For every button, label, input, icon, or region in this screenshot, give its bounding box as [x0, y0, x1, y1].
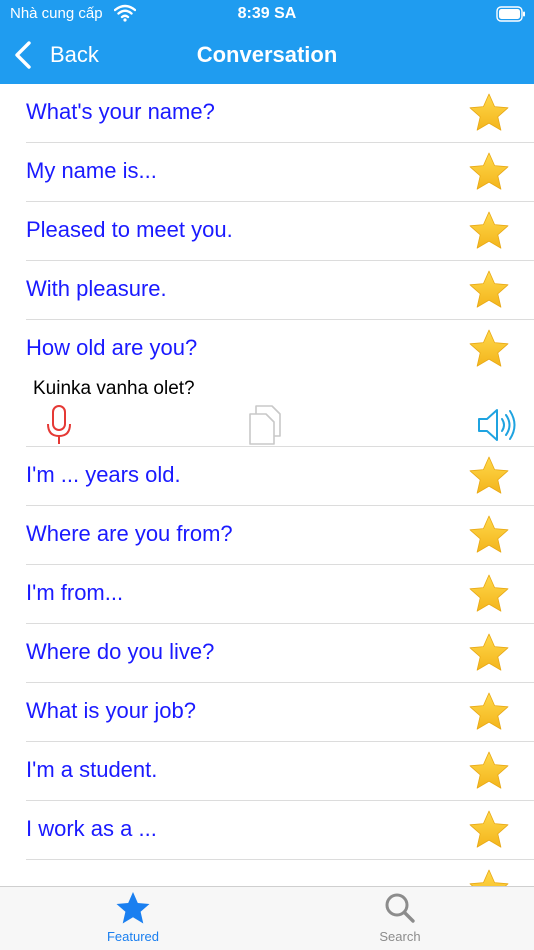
list-item[interactable]: I work as a ... — [26, 801, 534, 860]
star-icon[interactable] — [468, 691, 510, 733]
list-item[interactable]: I'm from... — [26, 565, 534, 624]
star-icon[interactable] — [468, 269, 510, 311]
magnifier-icon — [385, 893, 415, 923]
star-icon[interactable] — [468, 455, 510, 497]
tab-bar: Featured Search — [0, 886, 534, 950]
star-icon[interactable] — [468, 210, 510, 252]
list-item-expanded[interactable]: How old are you? Kuinka vanha olet? — [26, 320, 534, 447]
tab-featured-label: Featured — [106, 929, 160, 944]
star-icon[interactable] — [468, 750, 510, 792]
list-item[interactable]: What's your name? — [26, 84, 534, 143]
star-icon[interactable] — [468, 809, 510, 851]
page-title: Conversation — [196, 42, 338, 67]
star-icon[interactable] — [468, 328, 510, 370]
phrase-text: With pleasure. — [26, 276, 167, 301]
star-icon[interactable] — [468, 632, 510, 674]
phrase-text: What's your name? — [26, 99, 215, 124]
star-icon[interactable] — [468, 573, 510, 615]
phrase-text: My name is... — [26, 158, 157, 183]
app-header: Nhà cung cấp 8:39 SA Back Conversation — [0, 0, 534, 84]
tab-featured[interactable]: Featured — [73, 891, 193, 944]
star-icon — [116, 892, 150, 924]
translation-text: Kuinka vanha olet? — [33, 378, 195, 399]
phrase-text: I work as a ... — [26, 816, 157, 841]
star-icon[interactable] — [468, 92, 510, 134]
phrase-text: Pleased to meet you. — [26, 217, 233, 242]
list-item[interactable]: I'm a student. — [26, 742, 534, 801]
list-item[interactable]: What is your job? — [26, 683, 534, 742]
status-bar: Nhà cung cấp 8:39 SA — [0, 0, 534, 30]
phrase-text: How old are you? — [26, 335, 198, 360]
phrase-text: I'm from... — [26, 580, 124, 605]
star-icon[interactable] — [468, 868, 510, 886]
list-item[interactable]: With pleasure. — [26, 261, 534, 320]
phrase-text: Where are you from? — [26, 521, 233, 546]
microphone-icon[interactable] — [46, 404, 72, 446]
tab-search[interactable]: Search — [340, 891, 460, 944]
speaker-icon[interactable] — [476, 406, 520, 444]
navigation-bar: Back Conversation — [0, 30, 534, 84]
phrase-list[interactable]: What's your name? My name is... Pleased … — [0, 84, 534, 886]
phrase-actions — [26, 404, 534, 446]
phrase-text: I'm ... years old. — [26, 462, 181, 487]
list-item[interactable]: Pleased to meet you. — [26, 202, 534, 261]
star-icon[interactable] — [468, 514, 510, 556]
list-item[interactable]: I'm ... years old. — [26, 447, 534, 506]
phrase-text: I'm a student. — [26, 757, 158, 782]
status-time: 8:39 SA — [237, 5, 297, 22]
tab-search-label: Search — [379, 929, 421, 944]
phrase-text: Where do you live? — [26, 639, 215, 664]
phrase-text: What is your job? — [26, 698, 196, 723]
list-item[interactable]: My name is... — [26, 143, 534, 202]
star-icon[interactable] — [468, 151, 510, 193]
copy-icon[interactable] — [248, 404, 284, 446]
list-item[interactable]: Where are you from? — [26, 506, 534, 565]
list-item[interactable]: Where do you live? — [26, 624, 534, 683]
list-item-partial[interactable] — [26, 860, 534, 886]
battery-icon — [496, 6, 525, 22]
